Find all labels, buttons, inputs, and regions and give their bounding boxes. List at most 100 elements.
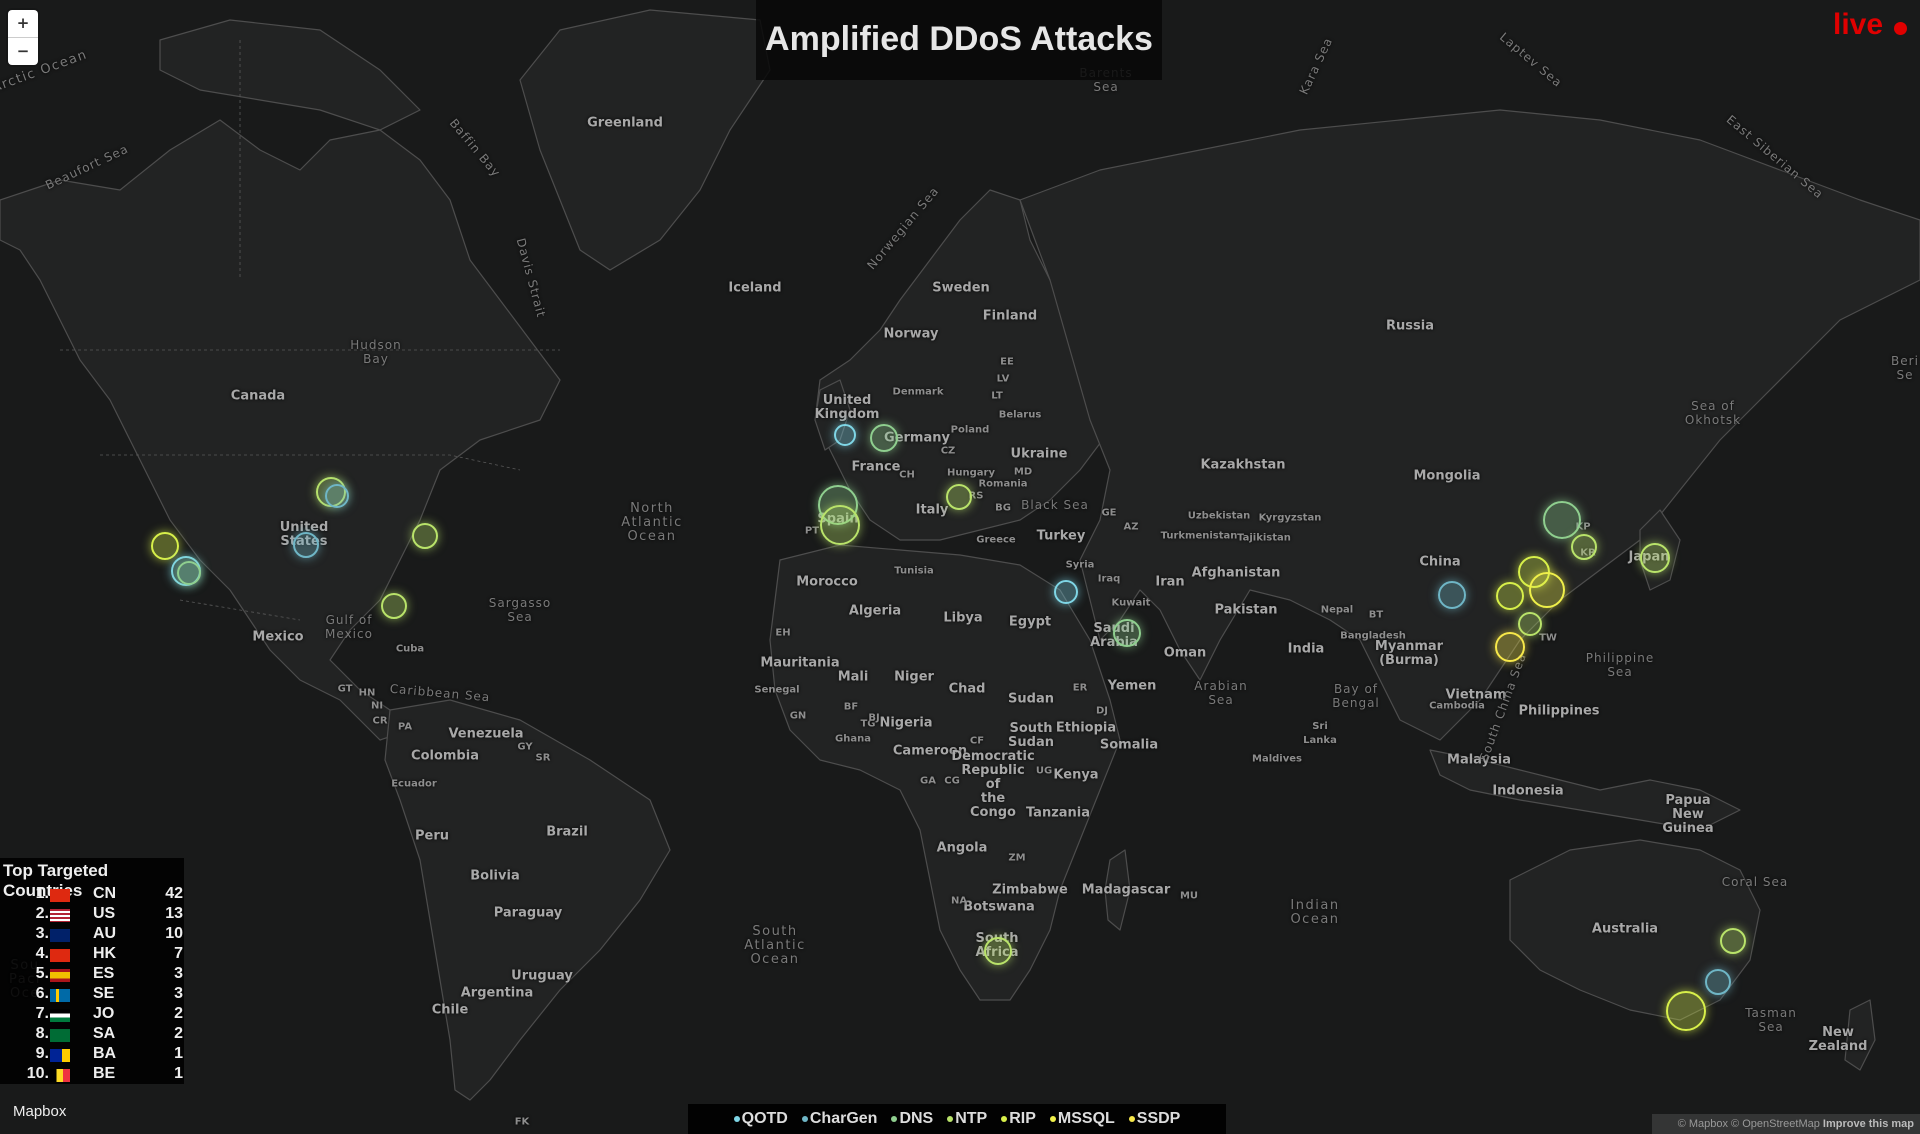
- flag-es-icon: [50, 969, 70, 982]
- zoom-out-button[interactable]: −: [8, 37, 38, 65]
- country-rank: 1.: [35, 885, 49, 902]
- page-title: Amplified DDoS Attacks: [756, 0, 1162, 80]
- attack-count: 10: [165, 925, 183, 942]
- country-code: BA: [93, 1045, 117, 1062]
- attack-marker: [1438, 581, 1466, 609]
- country-code: BE: [93, 1065, 116, 1082]
- attack-marker: [820, 505, 860, 545]
- country-code: AU: [93, 925, 117, 942]
- mapbox-logo[interactable]: Mapbox: [13, 1103, 66, 1120]
- country-code: SA: [93, 1025, 116, 1042]
- attack-count: 42: [165, 885, 183, 902]
- country-row: 8. SA 2: [0, 1023, 184, 1043]
- top-targeted-countries-panel: Top Targeted Countries 1. CN 42 2. US 13 3. AU 1…: [0, 858, 184, 1084]
- country-row: 7. JO 2: [0, 1003, 184, 1023]
- country-code: CN: [93, 885, 117, 902]
- country-code: ES: [93, 965, 115, 982]
- legend-dot-icon: [891, 1116, 898, 1122]
- country-rank: 6.: [35, 985, 49, 1002]
- legend-item-mssql: MSSQL: [1049, 1110, 1115, 1128]
- land-arctic-islands: [159, 19, 421, 131]
- attack-marker: [177, 561, 201, 585]
- legend-item-chargen: CharGen: [801, 1110, 878, 1128]
- attack-marker: [834, 424, 856, 446]
- protocol-legend: QOTD CharGen DNS NTP RIP MSSQL SSDP: [688, 1104, 1226, 1134]
- attack-count: 3: [174, 985, 183, 1002]
- land-greenland: [519, 9, 771, 271]
- flag-hk-icon: [50, 949, 70, 962]
- attack-marker: [1705, 969, 1731, 995]
- live-dot-icon: [1894, 22, 1907, 35]
- panel-header: Top Targeted Countries: [3, 861, 109, 900]
- country-row: 9. BA 1: [0, 1043, 184, 1063]
- world-map[interactable]: Canada United States Mexico Cuba Venezuela Col…: [0, 0, 1920, 1134]
- country-row: 1. CN 42: [0, 883, 184, 903]
- attack-marker: [1529, 572, 1565, 608]
- country-row: 5. ES 3: [0, 963, 184, 983]
- attack-marker: [325, 484, 349, 508]
- attack-marker: [1495, 632, 1525, 662]
- legend-item-rip: RIP: [1001, 1110, 1036, 1128]
- country-rank: 7.: [35, 1005, 49, 1022]
- attack-marker: [984, 937, 1012, 965]
- country-rank: 3.: [35, 925, 49, 942]
- country-row: 3. AU 10: [0, 923, 184, 943]
- country-code: US: [93, 905, 116, 922]
- flag-jo-icon: [50, 1009, 70, 1022]
- flag-be-icon: [50, 1069, 70, 1082]
- legend-dot-icon: [1128, 1116, 1135, 1122]
- country-code: SE: [93, 985, 115, 1002]
- legend-dot-icon: [1001, 1116, 1008, 1122]
- attack-count: 1: [174, 1045, 183, 1062]
- zoom-in-button[interactable]: +: [8, 10, 38, 37]
- attack-marker: [1543, 501, 1581, 539]
- country-rank: 5.: [35, 965, 49, 982]
- legend-dot-icon: [733, 1116, 740, 1122]
- attack-marker: [870, 424, 898, 452]
- country-row: 6. SE 3: [0, 983, 184, 1003]
- attack-count: 3: [174, 965, 183, 982]
- legend-label: CharGen: [809, 1110, 878, 1127]
- attack-marker: [1113, 619, 1141, 647]
- legend-item-ntp: NTP: [947, 1110, 987, 1128]
- legend-item-ssdp: SSDP: [1128, 1110, 1181, 1128]
- zoom-control[interactable]: + −: [8, 10, 38, 65]
- land-south-america: [384, 699, 671, 1101]
- legend-label: RIP: [1009, 1110, 1036, 1127]
- attack-marker: [151, 532, 179, 560]
- legend-dot-icon: [801, 1116, 808, 1122]
- land-indonesia: [1429, 749, 1741, 831]
- land-north-america: [0, 119, 561, 741]
- attack-marker: [412, 523, 438, 549]
- legend-label: SSDP: [1136, 1110, 1181, 1127]
- legend-dot-icon: [1049, 1116, 1056, 1122]
- flag-us-icon: [50, 909, 70, 922]
- attack-marker: [1640, 543, 1670, 573]
- attack-count: 13: [165, 905, 183, 922]
- improve-map-link[interactable]: Improve this map: [1823, 1118, 1914, 1130]
- map-basemap: [0, 9, 1920, 1101]
- attack-marker: [1571, 534, 1597, 560]
- attack-count: 2: [174, 1025, 183, 1042]
- legend-item-dns: DNS: [891, 1110, 933, 1128]
- attack-marker: [946, 484, 972, 510]
- legend-label: NTP: [955, 1110, 988, 1127]
- country-rank: 2.: [35, 905, 49, 922]
- country-row: 10. BE 1: [0, 1063, 184, 1083]
- land-asia: [1019, 109, 1920, 741]
- country-row: 4. HK 7: [0, 943, 184, 963]
- flag-cn-icon: [50, 889, 70, 902]
- attribution-text: © Mapbox © OpenStreetMap: [1677, 1118, 1820, 1130]
- legend-dot-icon: [947, 1116, 954, 1122]
- attack-count: 7: [174, 945, 183, 962]
- country-code: JO: [93, 1005, 115, 1022]
- legend-label: MSSQL: [1057, 1110, 1115, 1127]
- attack-marker: [1496, 582, 1524, 610]
- legend-item-qotd: QOTD: [733, 1110, 788, 1128]
- country-row: 2. US 13: [0, 903, 184, 923]
- flag-au-icon: [50, 929, 70, 942]
- legend-label: QOTD: [741, 1110, 788, 1127]
- country-rank: 8.: [35, 1025, 49, 1042]
- live-indicator: live: [1833, 8, 1884, 41]
- country-rank: 4.: [35, 945, 49, 962]
